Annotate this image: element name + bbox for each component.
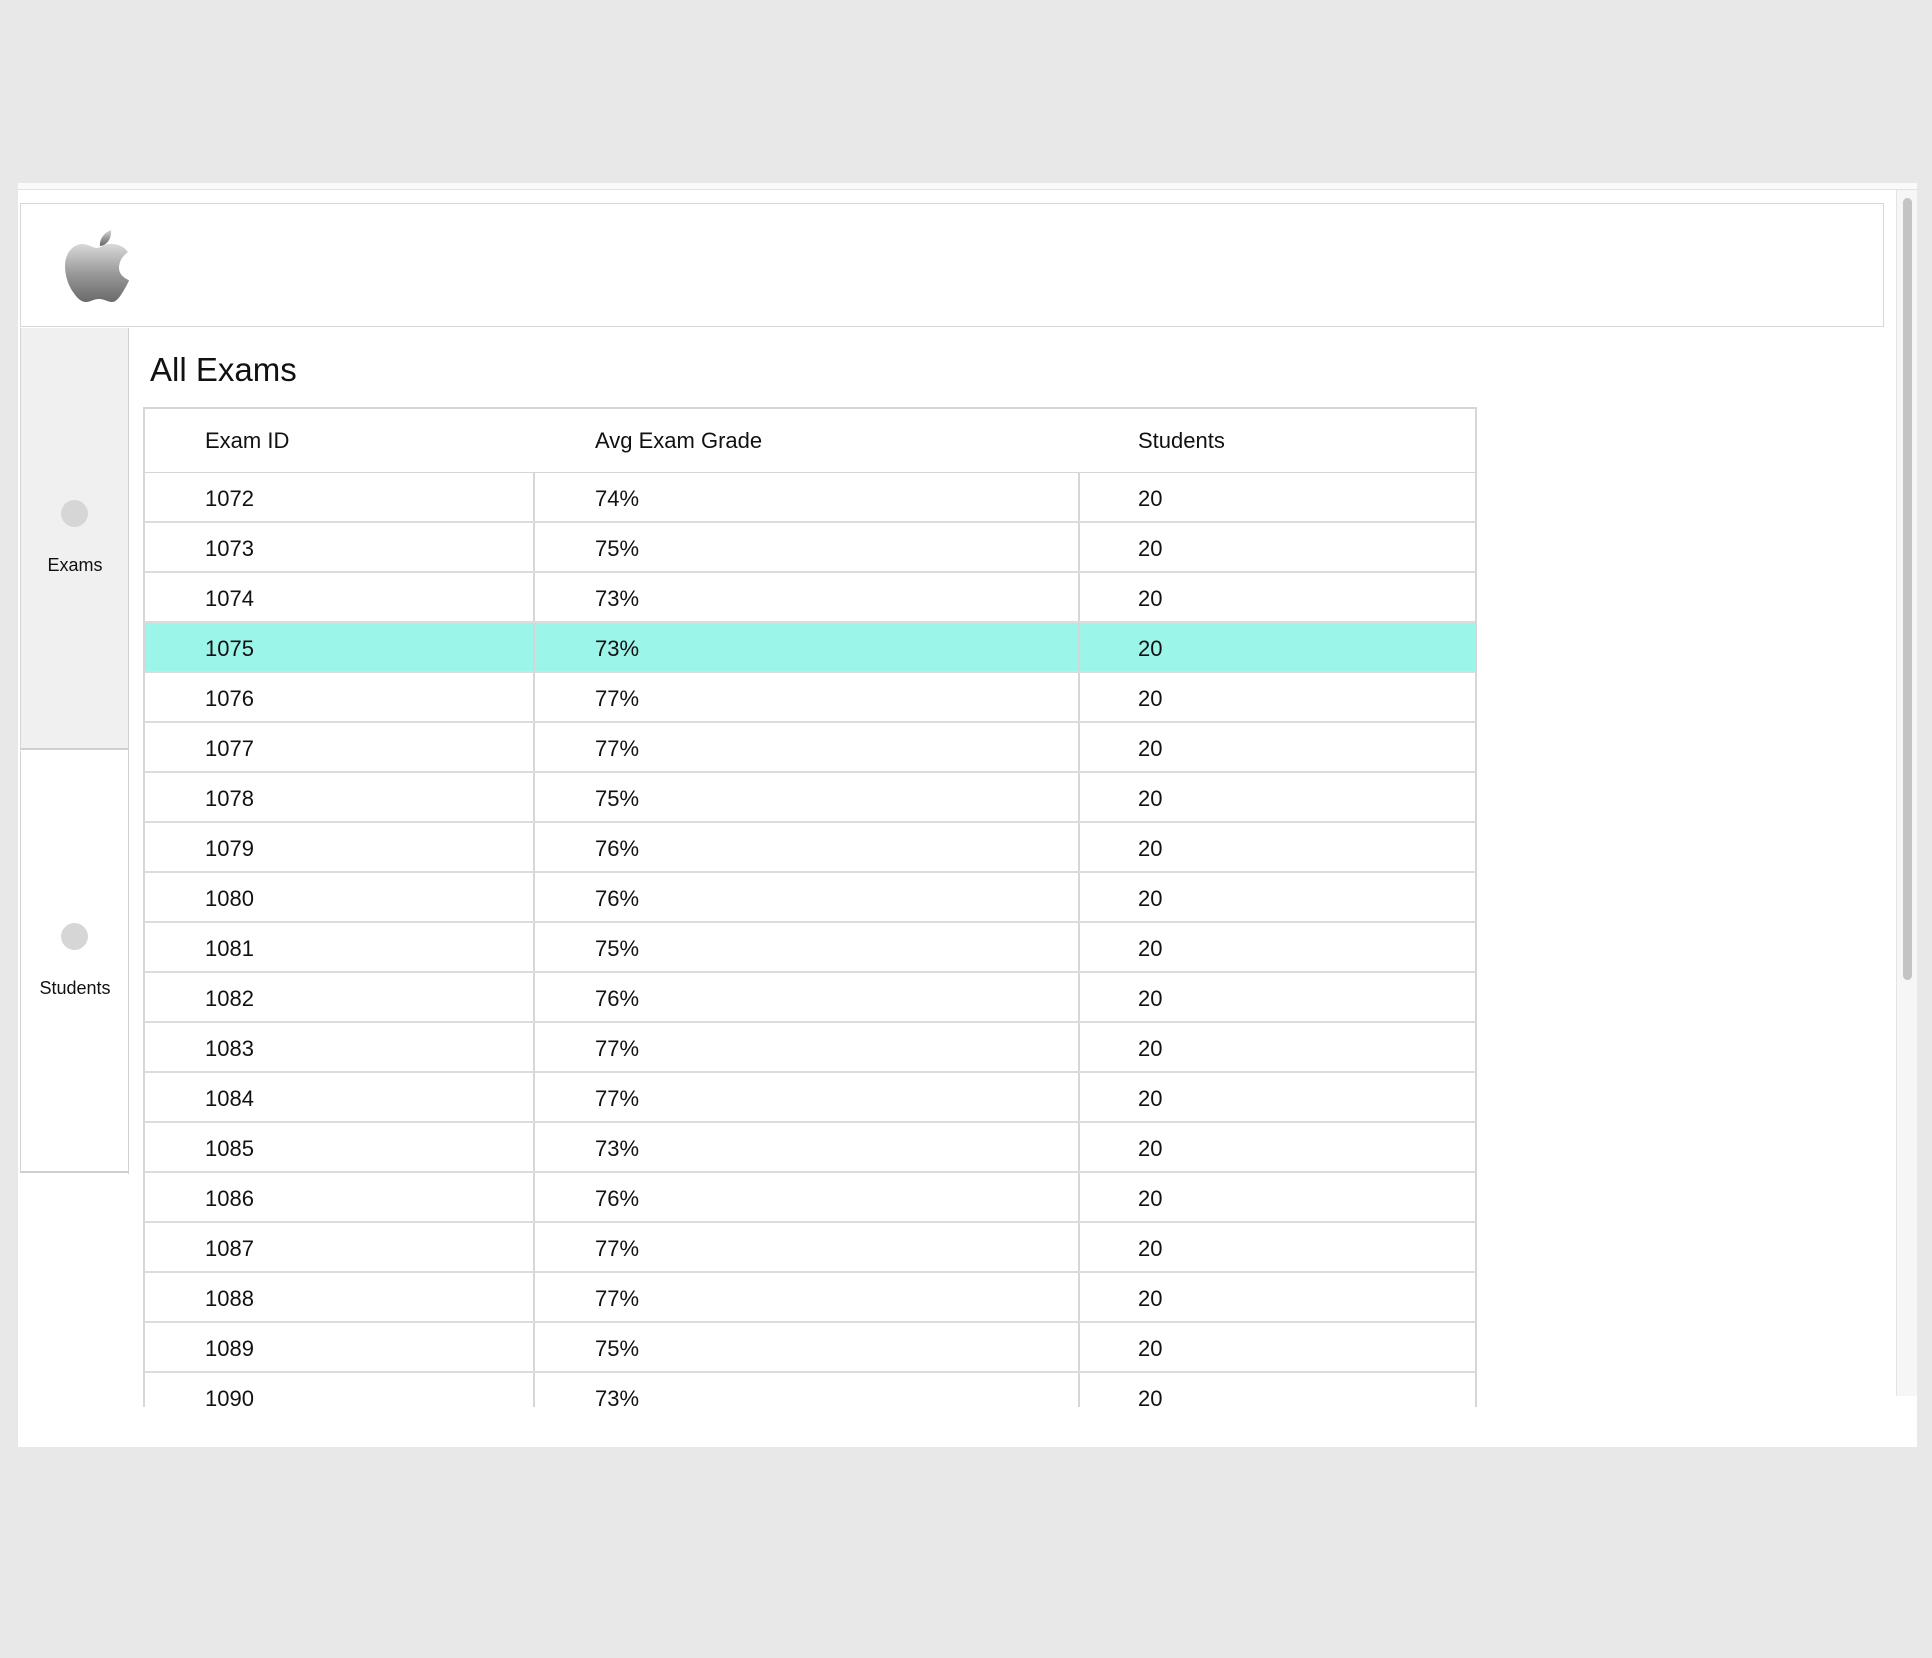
avg-grade-cell: 75% [535, 773, 1080, 821]
avg-grade-cell: 77% [535, 673, 1080, 721]
exam-id-cell: 1078 [145, 773, 535, 821]
table-row[interactable]: 1073 75% 20 [145, 523, 1475, 573]
exams-table: Exam ID Avg Exam Grade Students 1072 74% 2… [143, 407, 1477, 1407]
vertical-scrollbar[interactable] [1896, 190, 1917, 1396]
table-row[interactable]: 1088 77% 20 [145, 1273, 1475, 1323]
table-row[interactable]: 1090 73% 20 [145, 1373, 1475, 1407]
table-row[interactable]: 1076 77% 20 [145, 673, 1475, 723]
students-cell: 20 [1138, 636, 1163, 661]
table-row[interactable]: 1081 75% 20 [145, 923, 1475, 973]
avg-grade-cell: 73% [535, 1373, 1080, 1407]
exam-id-cell: 1084 [145, 1073, 535, 1121]
table-row[interactable]: 1089 75% 20 [145, 1323, 1475, 1373]
avg-grade-cell: 75% [535, 923, 1080, 971]
avg-grade-cell: 76% [535, 1173, 1080, 1221]
exam-id-cell: 1075 [145, 623, 535, 671]
students-cell: 20 [1138, 986, 1163, 1011]
students-cell: 20 [1138, 586, 1163, 611]
exam-id-cell: 1086 [145, 1173, 535, 1221]
table-row[interactable]: 1079 76% 20 [145, 823, 1475, 873]
avg-grade-cell: 73% [535, 1123, 1080, 1171]
students-cell: 20 [1138, 486, 1163, 511]
exam-id-cell: 1079 [145, 823, 535, 871]
avg-grade-cell: 73% [535, 623, 1080, 671]
avg-grade-cell: 75% [535, 1323, 1080, 1371]
students-cell: 20 [1138, 1286, 1163, 1311]
exam-id-cell: 1072 [145, 473, 535, 521]
students-cell: 20 [1138, 936, 1163, 961]
sidebar-item-label: Exams [47, 555, 103, 575]
students-cell: 20 [1138, 786, 1163, 811]
table-row[interactable]: 1085 73% 20 [145, 1123, 1475, 1173]
sidebar-item-exams[interactable]: Exams [20, 328, 128, 750]
avg-grade-cell: 73% [535, 573, 1080, 621]
avg-grade-cell: 77% [535, 1023, 1080, 1071]
exam-id-cell: 1080 [145, 873, 535, 921]
table-row[interactable]: 1078 75% 20 [145, 773, 1475, 823]
sidebar-item-students[interactable]: Students [20, 751, 128, 1173]
avg-grade-cell: 75% [535, 523, 1080, 571]
students-cell: 20 [1138, 1136, 1163, 1161]
app-window: Exams Students All Exams Exam ID Avg Exa… [18, 183, 1917, 1447]
sidebar: Exams Students [20, 328, 129, 1174]
students-cell: 20 [1138, 736, 1163, 761]
exam-id-cell: 1081 [145, 923, 535, 971]
exam-id-cell: 1088 [145, 1273, 535, 1321]
exam-id-cell: 1087 [145, 1223, 535, 1271]
students-cell: 20 [1138, 1086, 1163, 1111]
students-cell: 20 [1138, 836, 1163, 861]
avg-grade-cell: 77% [535, 1273, 1080, 1321]
students-cell: 20 [1138, 1236, 1163, 1261]
exam-id-cell: 1085 [145, 1123, 535, 1171]
avg-grade-cell: 74% [535, 473, 1080, 521]
avg-grade-cell: 76% [535, 873, 1080, 921]
exam-id-cell: 1083 [145, 1023, 535, 1071]
table-row[interactable]: 1075 73% 20 [145, 623, 1475, 673]
students-cell: 20 [1138, 886, 1163, 911]
exam-id-cell: 1089 [145, 1323, 535, 1371]
avg-grade-cell: 76% [535, 973, 1080, 1021]
students-cell: 20 [1138, 1386, 1163, 1407]
exam-id-cell: 1077 [145, 723, 535, 771]
table-row[interactable]: 1074 73% 20 [145, 573, 1475, 623]
table-row[interactable]: 1077 77% 20 [145, 723, 1475, 773]
page-title: All Exams [150, 351, 297, 388]
students-cell: 20 [1138, 1036, 1163, 1061]
avg-grade-cell: 77% [535, 723, 1080, 771]
table-row[interactable]: 1084 77% 20 [145, 1073, 1475, 1123]
exam-id-cell: 1074 [145, 573, 535, 621]
table-header: Exam ID Avg Exam Grade Students [145, 409, 1475, 473]
circle-icon [61, 500, 88, 527]
scrollbar-thumb[interactable] [1903, 198, 1912, 980]
avg-grade-cell: 77% [535, 1223, 1080, 1271]
table-row[interactable]: 1080 76% 20 [145, 873, 1475, 923]
column-header-avg-grade[interactable]: Avg Exam Grade [595, 409, 762, 473]
column-header-exam-id[interactable]: Exam ID [205, 409, 289, 473]
table-row[interactable]: 1083 77% 20 [145, 1023, 1475, 1073]
exam-id-cell: 1090 [145, 1373, 535, 1407]
table-row[interactable]: 1082 76% 20 [145, 973, 1475, 1023]
exam-id-cell: 1082 [145, 973, 535, 1021]
app-header [20, 203, 1884, 327]
window-top-strip [18, 183, 1917, 190]
avg-grade-cell: 77% [535, 1073, 1080, 1121]
students-cell: 20 [1138, 1186, 1163, 1211]
exam-id-cell: 1073 [145, 523, 535, 571]
avg-grade-cell: 76% [535, 823, 1080, 871]
apple-logo-icon[interactable] [55, 222, 137, 310]
circle-icon [61, 923, 88, 950]
column-header-students[interactable]: Students [1138, 409, 1225, 473]
exam-id-cell: 1076 [145, 673, 535, 721]
table-row[interactable]: 1087 77% 20 [145, 1223, 1475, 1273]
table-row[interactable]: 1086 76% 20 [145, 1173, 1475, 1223]
students-cell: 20 [1138, 1336, 1163, 1361]
table-row[interactable]: 1072 74% 20 [145, 473, 1475, 523]
sidebar-item-label: Students [39, 978, 111, 998]
students-cell: 20 [1138, 686, 1163, 711]
students-cell: 20 [1138, 536, 1163, 561]
